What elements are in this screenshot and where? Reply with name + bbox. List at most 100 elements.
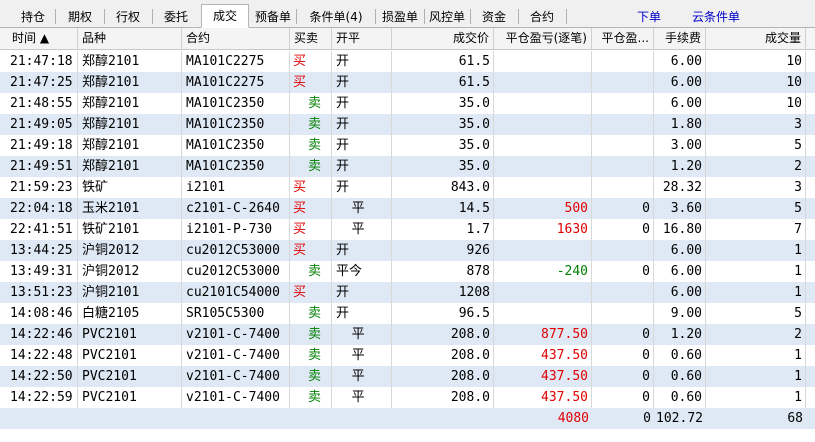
table-row[interactable]: 14:22:46 PVC2101 v2101-C-7400 卖 平 208.0 877.5… [0, 324, 815, 345]
cell-price: 878 [392, 261, 494, 282]
cell-product: 郑醇2101 [78, 114, 182, 135]
table-row[interactable]: 14:22:48 PVC2101 v2101-C-7400 卖 平 208.0 437.5… [0, 345, 815, 366]
cell-fee: 0.60 [654, 345, 706, 366]
cell-quantity: 1 [706, 387, 806, 408]
cloud-conditional-link[interactable]: 云条件单 [692, 6, 740, 28]
table-row[interactable]: 21:48:55 郑醇2101 MA101C2350 卖开 35.0 6.00 10 [0, 93, 815, 114]
tab-separator [152, 9, 153, 24]
cell-contract: v2101-C-7400 [182, 366, 290, 387]
cell-open-close: 开 [332, 114, 392, 135]
cell-contract: cu2012C53000 [182, 261, 290, 282]
table-row[interactable]: 21:59:23 铁矿 i2101 买开 843.0 28.32 3 [0, 177, 815, 198]
table-row[interactable]: 13:44:25 沪铜2012 cu2012C53000 买开 926 6.00 1 [0, 240, 815, 261]
column-header-open-close[interactable]: 开平 [332, 28, 392, 49]
cell-price: 926 [392, 240, 494, 261]
table-row[interactable]: 22:04:18 玉米2101 c2101-C-2640 买 平 14.5 500 0 3.6… [0, 198, 815, 219]
tab-orders[interactable]: 委托 [154, 6, 198, 28]
cell-close-pnl-per-trade [494, 282, 592, 303]
tab-options[interactable]: 期权 [58, 6, 102, 28]
tab-exercise[interactable]: 行权 [106, 6, 150, 28]
tab-conditional-orders[interactable]: 条件单(4) [298, 6, 374, 28]
tab-preorders[interactable]: 预备单 [251, 6, 295, 28]
table-row[interactable]: 14:22:59 PVC2101 v2101-C-7400 卖 平 208.0 437.5… [0, 387, 815, 408]
tab-separator [296, 9, 297, 24]
column-header-contract[interactable]: 合约 [182, 28, 290, 49]
tab-contracts[interactable]: 合约 [520, 6, 564, 28]
cell-side: 卖 [290, 93, 332, 114]
cell-time: 14:08:46 [8, 303, 78, 324]
cell-time: 14:22:48 [8, 345, 78, 366]
tab-risk-control[interactable]: 风控单 [426, 6, 468, 28]
tab-separator [566, 9, 567, 24]
tab-funds[interactable]: 资金 [472, 6, 516, 28]
cell-price: 35.0 [392, 114, 494, 135]
cell-quantity: 1 [706, 261, 806, 282]
table-row[interactable]: 21:47:25 郑醇2101 MA101C2275 买开 61.5 6.00 10 [0, 72, 815, 93]
cell-open-close: 平 [332, 387, 392, 408]
cell-fee: 0.60 [654, 387, 706, 408]
table-row[interactable]: 21:49:51 郑醇2101 MA101C2350 卖开 35.0 1.20 2 [0, 156, 815, 177]
cell-side: 买 [290, 177, 332, 198]
tab-positions[interactable]: 持仓 [12, 6, 54, 28]
table-row[interactable]: 14:22:50 PVC2101 v2101-C-7400 卖 平 208.0 437.5… [0, 366, 815, 387]
cell-side: 卖 [290, 345, 332, 366]
cell-price: 208.0 [392, 366, 494, 387]
place-order-link[interactable]: 下单 [637, 6, 661, 28]
cell-quantity: 10 [706, 51, 806, 72]
cell-product: 铁矿2101 [78, 219, 182, 240]
cell-open-close: 平今 [332, 261, 392, 282]
tab-trades[interactable]: 成交 [201, 4, 249, 28]
summary-close-pnl-per-trade: 4080 [557, 411, 589, 426]
cell-contract: c2101-C-2640 [182, 198, 290, 219]
table-row[interactable]: 22:41:51 铁矿2101 i2101-P-730 买 平 1.7 1630 0 16.8… [0, 219, 815, 240]
cell-side: 买 [290, 240, 332, 261]
cell-side: 卖 [290, 324, 332, 345]
table-row[interactable]: 21:49:05 郑醇2101 MA101C2350 卖开 35.0 1.80 3 [0, 114, 815, 135]
table-row[interactable]: 21:47:18 郑醇2101 MA101C2275 买开 61.5 6.00 10 [0, 51, 815, 72]
cell-fee: 3.60 [654, 198, 706, 219]
trades-table-body: 21:47:18 郑醇2101 MA101C2275 买开 61.5 6.00 10 21:4… [0, 51, 815, 429]
column-header-product[interactable]: 品种 [78, 28, 182, 49]
cell-contract: MA101C2275 [182, 72, 290, 93]
table-row[interactable]: 21:49:18 郑醇2101 MA101C2350 卖开 35.0 3.00 5 [0, 135, 815, 156]
cell-open-close: 平 [332, 324, 392, 345]
cell-quantity: 5 [706, 303, 806, 324]
cell-close-pnl-per-trade [494, 51, 592, 72]
column-header-price[interactable]: 成交价 [392, 28, 494, 49]
cell-price: 96.5 [392, 303, 494, 324]
cell-contract: MA101C2350 [182, 93, 290, 114]
column-header-time[interactable]: 时间 ▲ [8, 28, 78, 49]
tab-separator [470, 9, 471, 24]
cell-contract: MA101C2350 [182, 135, 290, 156]
cell-close-pnl-per-trade [494, 156, 592, 177]
cell-open-close: 开 [332, 240, 392, 261]
cell-close-pnl [592, 93, 654, 114]
cell-quantity: 2 [706, 156, 806, 177]
column-header-close-pnl[interactable]: 平仓盈... [592, 28, 654, 49]
tab-separator [375, 9, 376, 24]
cell-product: 沪铜2012 [78, 261, 182, 282]
tab-stop-orders[interactable]: 损盈单 [377, 6, 423, 28]
cell-fee: 3.00 [654, 135, 706, 156]
cell-price: 208.0 [392, 345, 494, 366]
summary-close-pnl: 0 [643, 411, 651, 426]
table-header: 时间 ▲ 品种 合约 买卖 开平 成交价 平仓盈亏(逐笔) 平仓盈... 手续费… [0, 28, 815, 50]
cell-contract: MA101C2350 [182, 114, 290, 135]
table-row[interactable]: 14:08:46 白糖2105 SR105C5300 卖开 96.5 9.00 5 [0, 303, 815, 324]
column-header-close-pnl-per-trade[interactable]: 平仓盈亏(逐笔) [494, 28, 592, 49]
cell-quantity: 10 [706, 93, 806, 114]
cell-close-pnl-per-trade [494, 135, 592, 156]
column-header-side[interactable]: 买卖 [290, 28, 332, 49]
column-header-quantity[interactable]: 成交量 [706, 28, 806, 49]
cell-price: 61.5 [392, 72, 494, 93]
cell-side: 卖 [290, 114, 332, 135]
cell-close-pnl-per-trade: 877.50 [494, 324, 592, 345]
cell-quantity: 3 [706, 177, 806, 198]
table-row[interactable]: 13:51:23 沪铜2101 cu2101C54000 买开 1208 6.00 1 [0, 282, 815, 303]
table-row[interactable]: 13:49:31 沪铜2012 cu2012C53000 卖平今 878 -240 0 6.0… [0, 261, 815, 282]
cell-contract: v2101-C-7400 [182, 324, 290, 345]
column-header-fee[interactable]: 手续费 [654, 28, 706, 49]
cell-contract: cu2101C54000 [182, 282, 290, 303]
cell-contract: MA101C2350 [182, 156, 290, 177]
cell-close-pnl: 0 [592, 387, 654, 408]
